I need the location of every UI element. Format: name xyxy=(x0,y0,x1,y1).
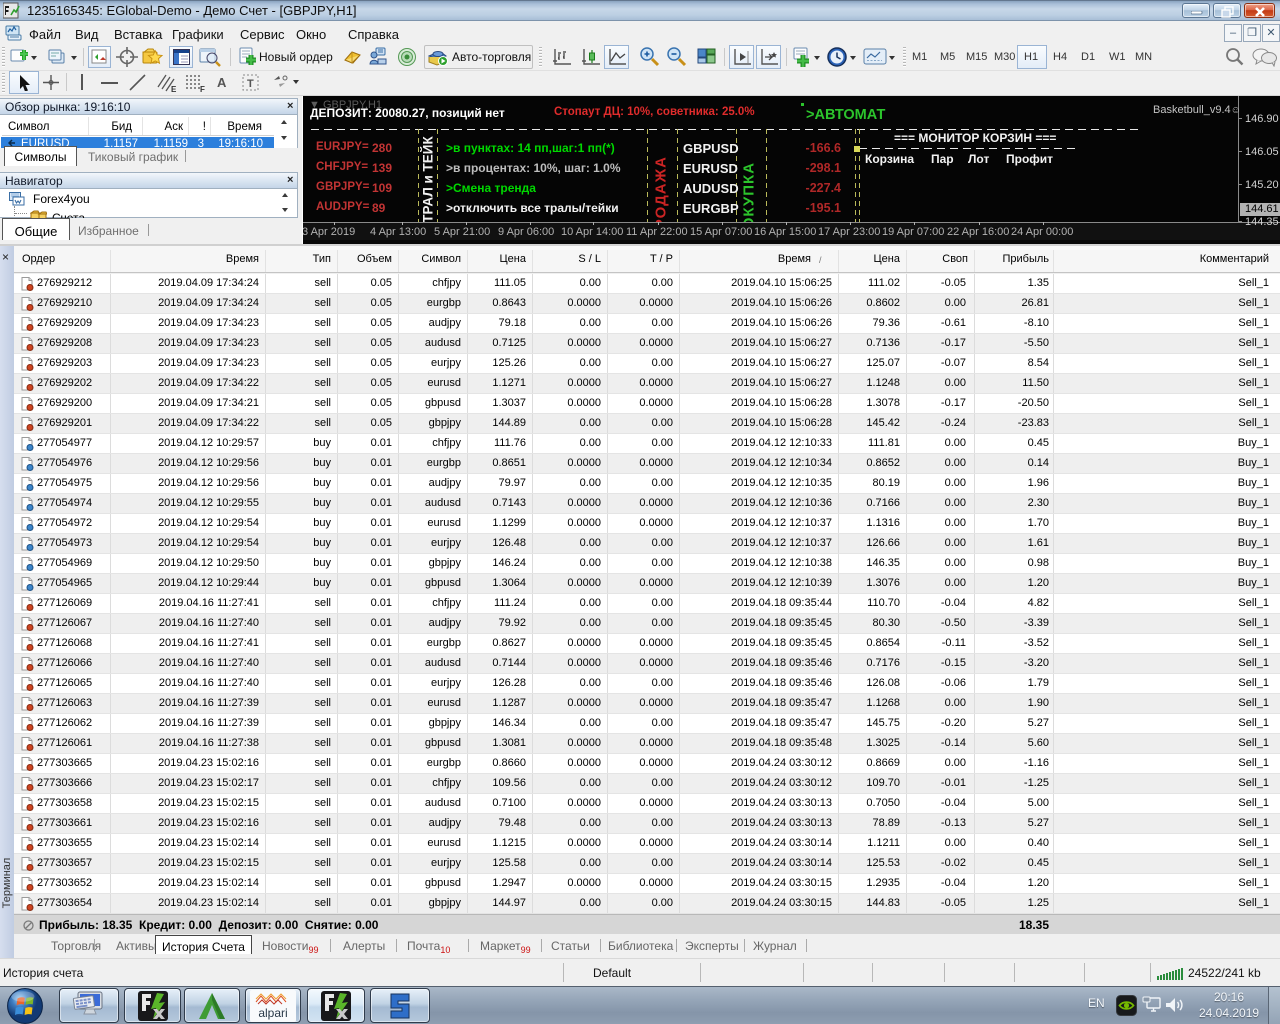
svg-text:F: F xyxy=(200,85,205,93)
svg-text:alpari: alpari xyxy=(258,1006,287,1020)
svg-text:E: E xyxy=(171,85,177,93)
svg-text:T: T xyxy=(247,78,254,90)
